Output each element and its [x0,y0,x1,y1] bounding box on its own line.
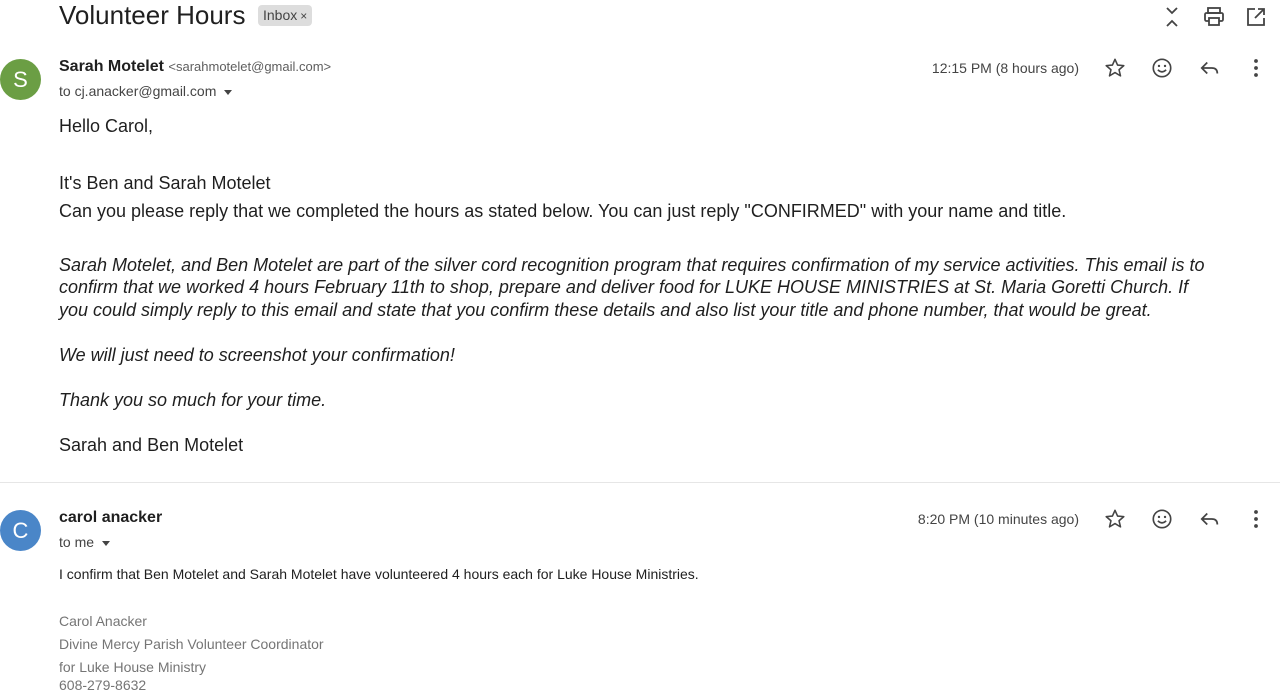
recipient-text: to me [59,534,95,550]
more-options-icon[interactable] [1242,505,1270,533]
signature-line: Carol Anacker [59,613,147,629]
avatar-letter: C [12,517,29,543]
message-timestamp: 12:15 PM (8 hours ago) [931,60,1079,76]
greeting: Hello Carol, [59,116,154,136]
thread-subject: Volunteer Hours [59,0,246,30]
thanks-line: Thank you so much for your time. [59,390,327,410]
emoji-reaction-icon[interactable] [1148,505,1176,533]
open-in-new-window-icon[interactable] [1243,4,1269,30]
screenshot-note: We will just need to screenshot your con… [59,345,455,365]
star-icon[interactable] [1101,505,1129,533]
avatar-letter: S [13,66,28,92]
star-icon[interactable] [1101,54,1129,82]
recipient-details-toggle[interactable]: to cj.anacker@gmail.com [59,83,233,99]
sender-avatar[interactable]: C [0,510,41,551]
signoff: Sarah and Ben Motelet [59,435,244,455]
recipient-details-toggle[interactable]: to me [59,534,111,550]
message-divider [0,482,1280,483]
sender-line: Sarah Motelet <sarahmotelet@gmail.com> [59,58,331,76]
signature-line: for Luke House Ministry [59,659,207,675]
chevron-down-icon[interactable] [224,89,233,95]
paragraph-line: you could simply reply to this email and… [59,300,1152,320]
sender-name[interactable]: carol anacker [59,509,162,527]
request-line: Can you please reply that we completed t… [59,201,1067,221]
signature-line: 608-279-8632 [59,677,147,693]
reply-icon[interactable] [1196,54,1224,82]
signature-line: Divine Mercy Parish Volunteer Coordinato… [59,636,324,652]
remove-label-icon[interactable]: × [300,9,307,23]
recipient-text: to cj.anacker@gmail.com [59,83,217,99]
chevron-down-icon[interactable] [102,540,111,546]
sender-name[interactable]: Sarah Motelet [59,58,164,75]
inbox-label-chip[interactable]: Inbox × [258,5,313,26]
sender-avatar[interactable]: S [0,59,41,100]
paragraph-line: confirm that we worked 4 hours February … [59,277,1189,297]
label-text: Inbox [263,7,298,23]
message-timestamp: 8:20 PM (10 minutes ago) [917,511,1079,527]
intro-line: It's Ben and Sarah Motelet [59,173,271,193]
collapse-all-icon[interactable] [1159,4,1185,30]
paragraph-line: Sarah Motelet, and Ben Motelet are part … [59,255,1205,275]
sender-email: <sarahmotelet@gmail.com> [168,59,332,74]
more-options-icon[interactable] [1242,54,1270,82]
print-icon[interactable] [1201,4,1227,30]
emoji-reaction-icon[interactable] [1148,54,1176,82]
reply-icon[interactable] [1196,505,1224,533]
reply-body-text: I confirm that Ben Motelet and Sarah Mot… [59,566,699,582]
